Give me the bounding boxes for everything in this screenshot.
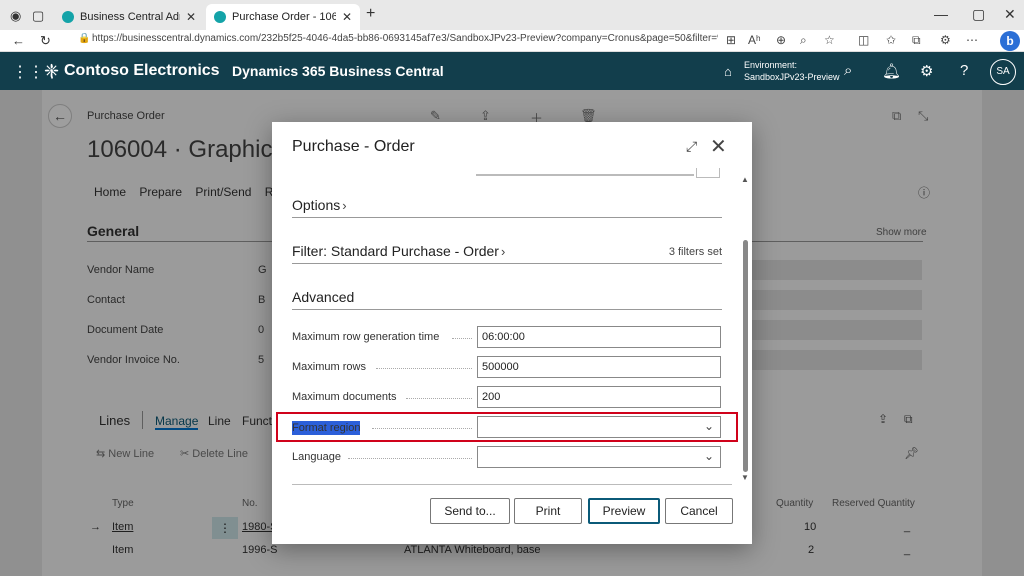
maximize-icon[interactable]: ▢: [972, 6, 985, 23]
preview-button[interactable]: Preview: [588, 498, 660, 524]
environment-info[interactable]: Environment: SandboxJPv23-Preview: [744, 59, 840, 83]
tab-actions-icon[interactable]: ▢: [32, 8, 44, 24]
more-icon[interactable]: ⋯: [966, 33, 978, 47]
bc-favicon: [62, 11, 74, 23]
copilot-icon[interactable]: b: [1000, 31, 1020, 51]
zoom-in-icon[interactable]: ⊕: [776, 33, 786, 47]
brand-name: Contoso Electronics: [64, 62, 220, 79]
chevron-down-icon: ⌄: [703, 449, 714, 463]
report-request-dialog: Purchase - Order ⤢ ✕ ▲ ▼ Options › Filter…: [272, 122, 752, 544]
max-documents-input[interactable]: 200: [477, 386, 721, 408]
lock-icon: 🔒: [78, 33, 91, 44]
scrollbar-thumb[interactable]: [743, 240, 748, 472]
highlight-callout: [276, 412, 738, 442]
brand-logo-icon: ❈: [44, 61, 60, 81]
section-filter[interactable]: Filter: Standard Purchase - Order › 3 fil…: [292, 242, 722, 264]
cancel-button[interactable]: Cancel: [665, 498, 733, 524]
close-icon[interactable]: ✕: [186, 10, 196, 24]
minimize-icon[interactable]: —: [934, 6, 948, 22]
scroll-up-icon[interactable]: ▲: [741, 175, 749, 184]
app-header: ⋮⋮⋮ ❈ Contoso Electronics Dynamics 365 B…: [0, 52, 1024, 90]
max-row-time-input[interactable]: 06:00:00: [477, 326, 721, 348]
print-button[interactable]: Print: [514, 498, 582, 524]
chevron-right-icon: ›: [500, 244, 506, 259]
bc-favicon: [214, 11, 226, 23]
chevron-right-icon: ›: [342, 198, 347, 213]
scrolled-content-edge: [696, 168, 720, 178]
notification-bell-icon[interactable]: 🔔︎: [882, 62, 901, 80]
apps-icon[interactable]: ⊞: [726, 33, 736, 47]
product-name[interactable]: Dynamics 365 Business Central: [232, 63, 444, 79]
language-select[interactable]: ⌄: [477, 446, 721, 468]
avatar[interactable]: SA: [990, 59, 1016, 85]
option-max-documents: Maximum documents 200: [292, 386, 722, 408]
address-bar: ← ↻ 🔒 https://businesscentral.dynamics.c…: [0, 30, 1024, 52]
favorites-icon[interactable]: ✩: [886, 33, 896, 47]
close-icon[interactable]: ✕: [710, 134, 727, 159]
dialog-footer-divider: [292, 484, 732, 485]
option-max-row-time: Maximum row generation time 06:00:00: [292, 326, 722, 348]
filter-count: 3 filters set: [668, 246, 722, 258]
extensions-icon[interactable]: ⚙: [940, 33, 951, 47]
split-screen-icon[interactable]: ◫: [858, 33, 869, 47]
option-max-rows: Maximum rows 500000: [292, 356, 722, 378]
search-icon[interactable]: ⌕: [844, 62, 852, 79]
environment-icon: ⌂: [724, 64, 732, 79]
expand-icon[interactable]: ⤢: [686, 138, 697, 155]
scrolled-content-edge: [476, 174, 694, 176]
new-tab-icon[interactable]: +: [366, 5, 375, 23]
dialog-title: Purchase - Order: [292, 138, 415, 155]
url-field[interactable]: 🔒 https://businesscentral.dynamics.com/2…: [78, 33, 718, 49]
tab-purchase-order[interactable]: Purchase Order - 106004 · Graphic ✕: [206, 4, 360, 30]
option-language: Language ⌄: [292, 446, 722, 468]
send-to-button[interactable]: Send to...: [430, 498, 510, 524]
refresh-icon[interactable]: ↻: [40, 33, 51, 49]
window-close-icon[interactable]: ✕: [1004, 6, 1016, 23]
collections-icon[interactable]: ⧉: [912, 33, 921, 48]
max-rows-input[interactable]: 500000: [477, 356, 721, 378]
favorite-star-icon[interactable]: ☆: [824, 33, 835, 47]
browser-tab-bar: ◉ ▢ Business Central Admin Center ✕ Purc…: [0, 0, 1024, 30]
section-advanced[interactable]: Advanced: [292, 288, 722, 310]
close-icon[interactable]: ✕: [342, 10, 352, 24]
scroll-down-icon[interactable]: ▼: [741, 473, 749, 482]
settings-gear-icon[interactable]: ⚙: [920, 62, 933, 80]
help-icon[interactable]: ?: [960, 62, 968, 79]
read-aloud-icon[interactable]: Aʰ: [748, 33, 761, 47]
search-page-icon[interactable]: ⌕: [800, 33, 807, 48]
tab-admin-center[interactable]: Business Central Admin Center ✕: [54, 4, 204, 30]
profile-icon[interactable]: ◉: [10, 8, 21, 24]
section-options[interactable]: Options ›: [292, 196, 722, 218]
back-icon[interactable]: ←: [12, 33, 25, 48]
